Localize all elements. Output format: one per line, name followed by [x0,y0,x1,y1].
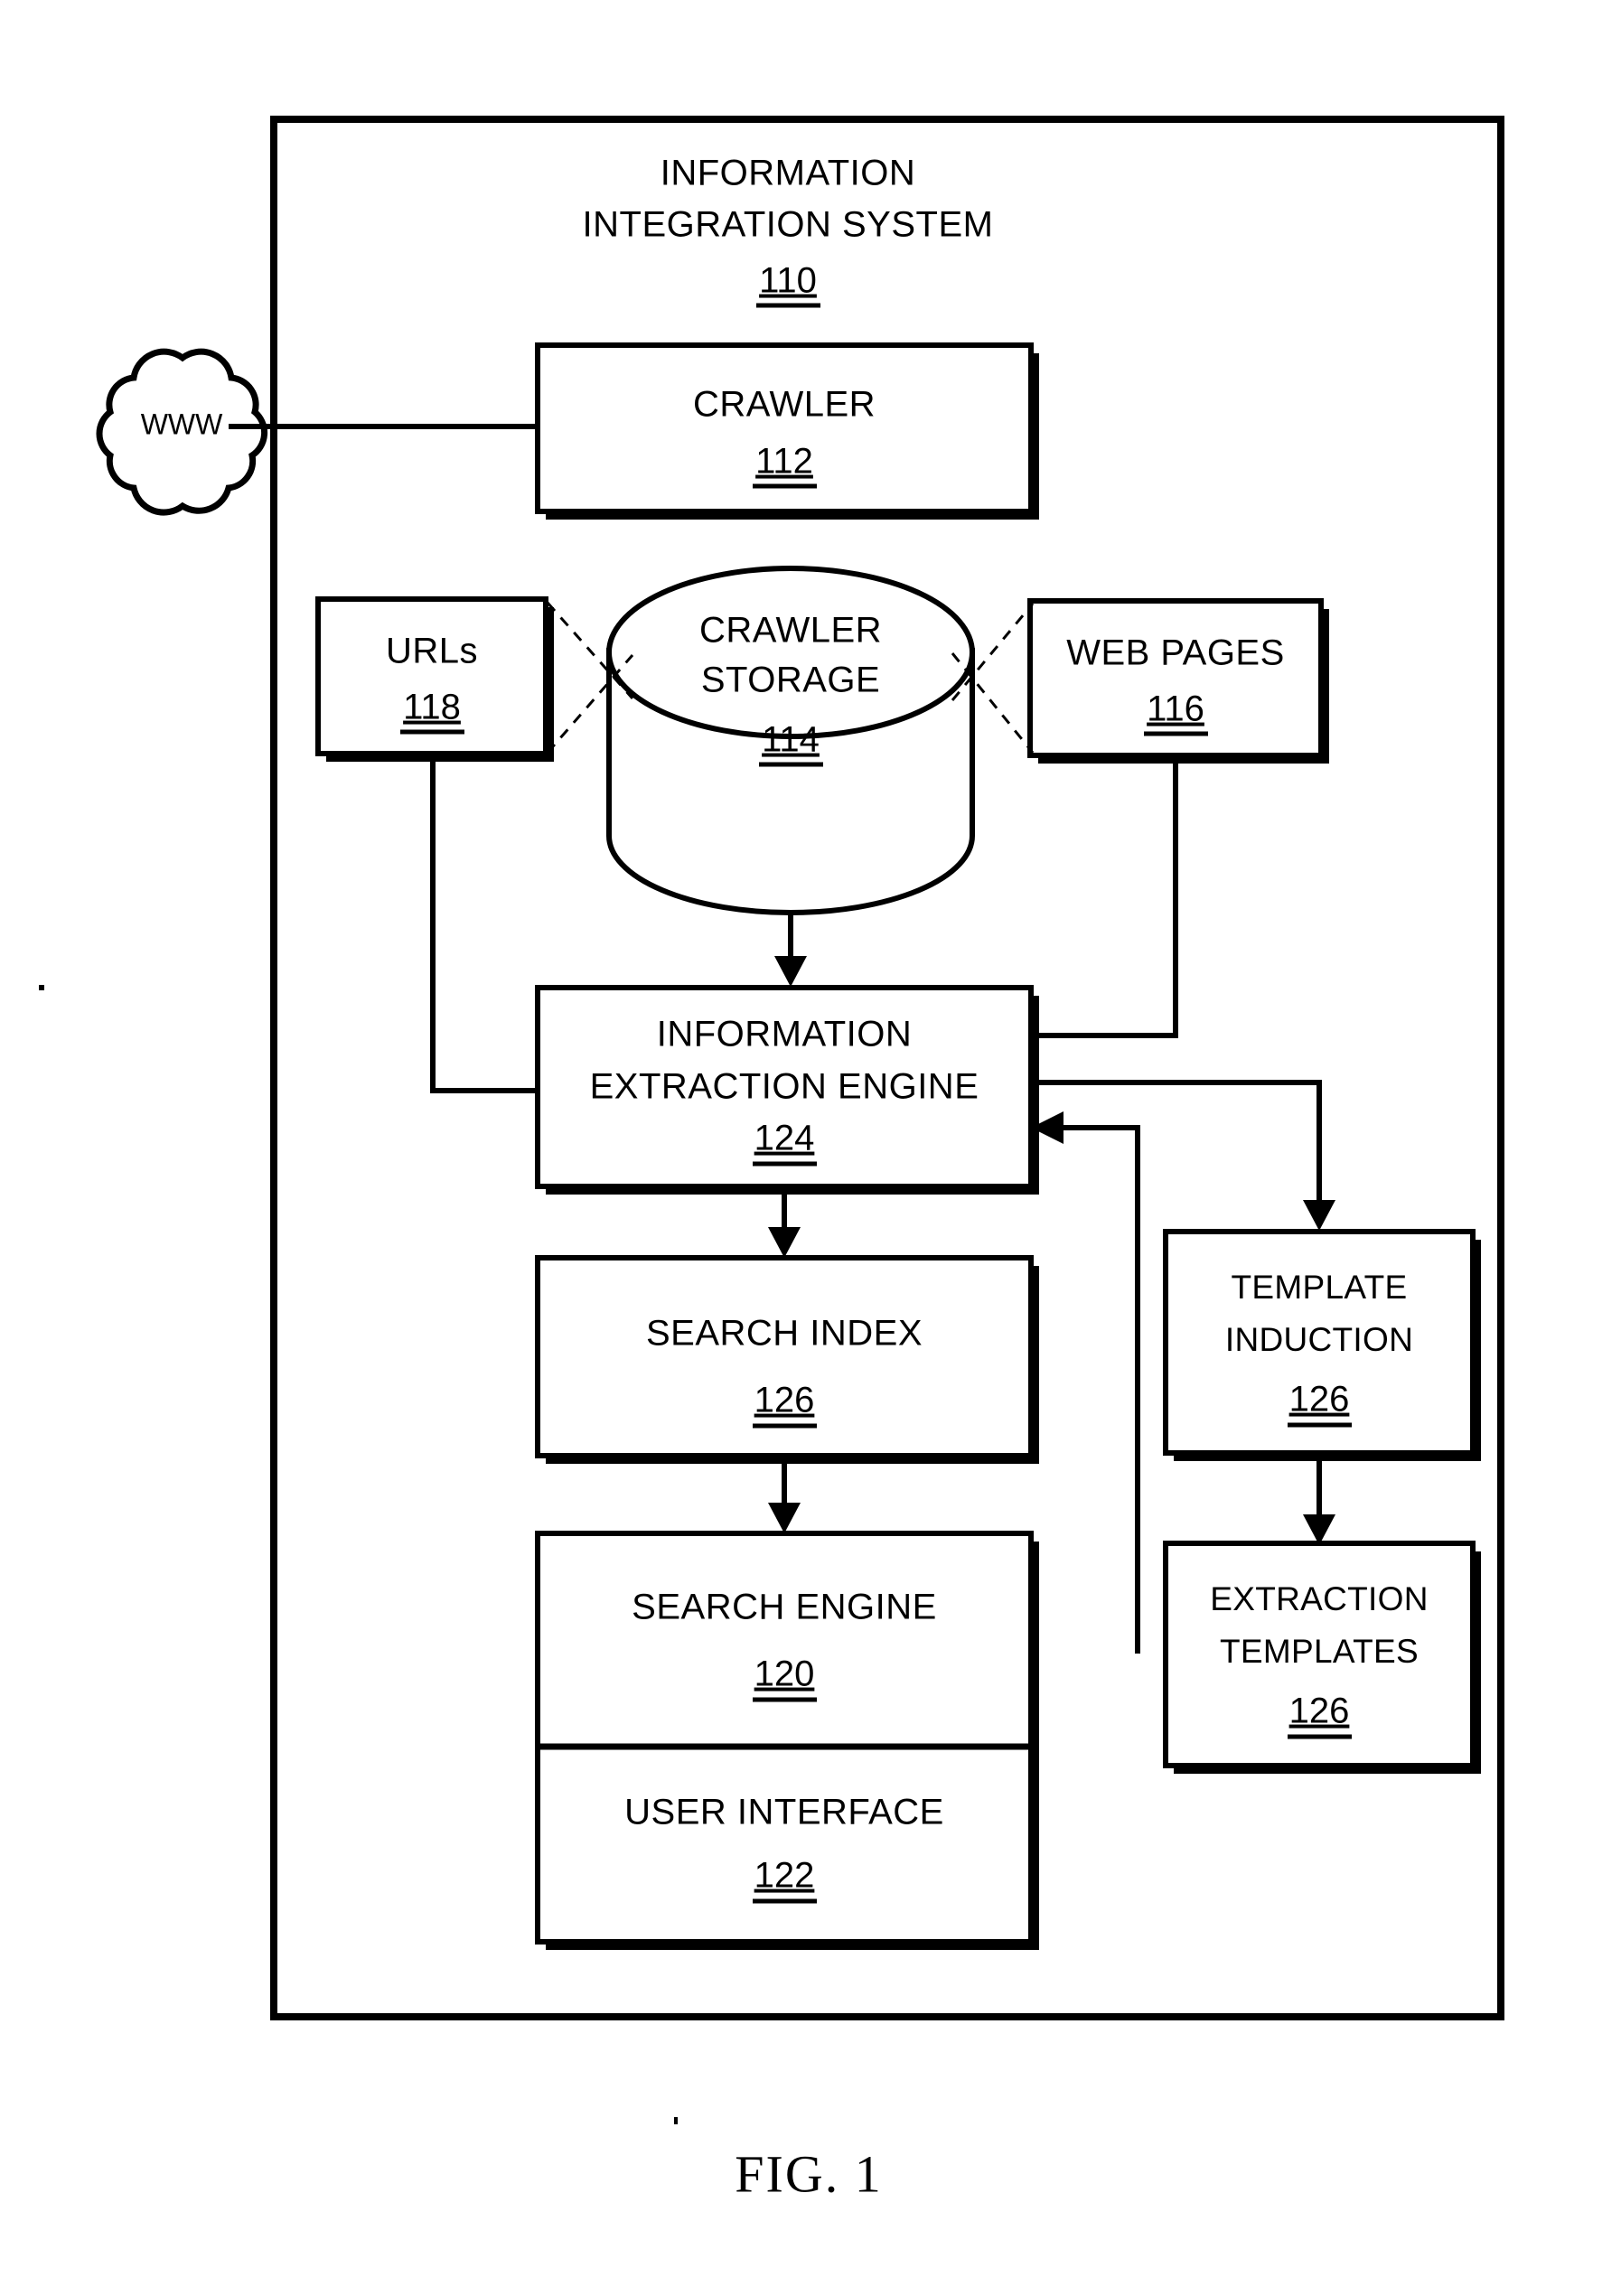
user-interface-ref-number: 122 [754,1856,815,1896]
system-title-line1: INFORMATION [661,154,916,193]
figure-caption: FIG. 1 [735,2144,882,2203]
template-induction-label-line2: INDUCTION [1225,1321,1413,1358]
search-engine-node: SEARCH ENGINE 120 [535,1531,1039,1755]
system-ref-number: 110 [759,261,817,301]
urls-node: URLs 118 [315,596,554,762]
cloud-label: WWW [141,408,223,440]
template-induction-node: TEMPLATE INDUCTION 126 [1163,1229,1481,1461]
search-engine-ref-number: 120 [754,1654,815,1694]
search-engine-label: SEARCH ENGINE [632,1588,937,1627]
extraction-templates-label-line2: TEMPLATES [1220,1633,1419,1670]
crawler-ref-number: 112 [755,442,813,482]
user-interface-node: USER INTERFACE 122 [535,1743,1039,1950]
search-engine-box [535,1531,1034,1749]
crawler-node: CRAWLER 112 [535,342,1039,520]
extraction-engine-ref-number: 124 [754,1119,815,1158]
extraction-engine-node: INFORMATION EXTRACTION ENGINE 124 [535,985,1039,1195]
extraction-engine-label-line2: EXTRACTION ENGINE [590,1067,979,1107]
www-cloud-node: WWW [96,348,268,516]
crawler-storage-ref-number: 114 [762,720,820,760]
web-pages-ref-number: 116 [1147,689,1204,729]
urls-ref-number: 118 [403,688,461,727]
extraction-templates-ref-number: 126 [1289,1692,1350,1731]
crawler-label: CRAWLER [693,385,876,425]
extraction-engine-label-line1: INFORMATION [657,1015,913,1054]
extraction-templates-label-line1: EXTRACTION [1210,1580,1428,1617]
system-title-line2: INTEGRATION SYSTEM [583,205,994,245]
search-index-ref-number: 126 [754,1381,815,1420]
urls-label: URLs [386,632,478,671]
web-pages-node: WEB PAGES 116 [1027,598,1329,764]
scan-speck [674,2117,678,2124]
crawler-storage-node: CRAWLER STORAGE 114 [606,566,975,915]
user-interface-box [535,1744,1034,1945]
template-induction-ref-number: 126 [1289,1380,1350,1420]
extraction-templates-node: EXTRACTION TEMPLATES 126 [1163,1541,1481,1774]
patent-figure: INFORMATION INTEGRATION SYSTEM 110 WWW C… [0,0,1621,2296]
cylinder-top [606,566,975,739]
scan-speck [39,985,44,990]
template-induction-label-line1: TEMPLATE [1232,1269,1408,1306]
web-pages-label: WEB PAGES [1066,633,1285,673]
crawler-storage-label-line2: STORAGE [701,661,880,700]
crawler-storage-label-line1: CRAWLER [699,611,882,651]
search-index-node: SEARCH INDEX 126 [535,1255,1039,1464]
user-interface-label: USER INTERFACE [624,1793,944,1832]
search-index-label: SEARCH INDEX [646,1314,923,1354]
